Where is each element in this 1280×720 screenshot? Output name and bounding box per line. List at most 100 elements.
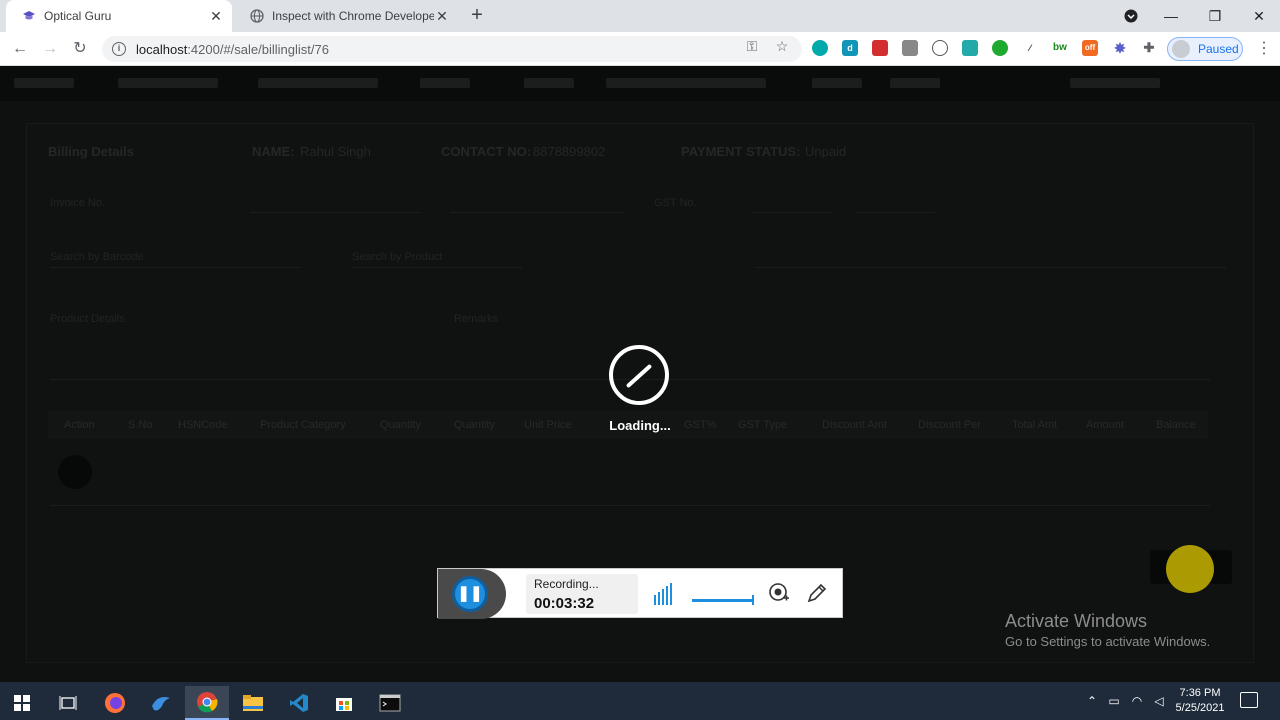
volume-icon[interactable]: ◁ (1150, 692, 1168, 710)
new-tab-button[interactable]: + (466, 4, 488, 26)
delete-row-button[interactable] (58, 455, 92, 489)
battery-icon[interactable]: ▭ (1105, 692, 1123, 710)
pause-button[interactable]: ❚❚ (452, 576, 488, 612)
app-dolphin-icon[interactable] (139, 686, 183, 720)
invoice-label: Invoice No. (50, 197, 106, 209)
windows-taskbar: ⌃ ▭ ◠ ◁ 7:36 PM 5/25/2021 (0, 682, 1280, 720)
col-header: Action (64, 419, 95, 431)
maximize-button[interactable]: ❐ (1192, 0, 1238, 32)
extension-1-icon[interactable] (812, 40, 828, 56)
product-details-label: Product Details (50, 313, 125, 325)
extension-circle-icon[interactable] (932, 40, 948, 56)
page-title: Billing Details (48, 144, 134, 159)
address-bar[interactable]: i localhost:4200/#/sale/billinglist/76 (102, 36, 802, 62)
payment-value: Unpaid (805, 144, 847, 159)
nav-user[interactable] (1070, 78, 1160, 88)
col-header: Balance (1156, 419, 1196, 431)
due-date-field[interactable] (450, 212, 625, 213)
reload-button[interactable]: ↻ (68, 37, 92, 61)
minimize-button[interactable]: — (1148, 0, 1194, 32)
info-icon[interactable]: i (112, 42, 126, 56)
activate-windows-subtitle: Go to Settings to activate Windows. (1005, 634, 1211, 649)
browser-tabstrip: Optical Guru ✕ Inspect with Chrome Devel… (0, 0, 1280, 32)
tab-optical-guru[interactable]: Optical Guru ✕ (6, 0, 232, 32)
back-button[interactable]: ← (8, 37, 32, 61)
webcam-icon[interactable] (768, 582, 790, 604)
field[interactable] (752, 212, 832, 213)
forward-button[interactable]: → (38, 37, 62, 61)
extension-gear-icon[interactable]: ✸ (1112, 40, 1128, 56)
cursor-highlight (1166, 545, 1214, 593)
field[interactable] (855, 212, 935, 213)
globe-icon (250, 9, 264, 23)
extension-off-icon[interactable]: off (1082, 40, 1098, 56)
nav-link[interactable] (890, 78, 940, 88)
volume-slider-handle[interactable] (752, 595, 754, 605)
nav-link[interactable] (606, 78, 766, 88)
col-header: Quantity (454, 419, 495, 431)
store-icon[interactable] (322, 686, 366, 720)
pencil-icon[interactable] (806, 582, 828, 604)
nav-link[interactable] (524, 78, 574, 88)
col-header: HSNCode (178, 419, 228, 431)
wifi-icon[interactable]: ◠ (1128, 692, 1146, 710)
recording-timer: 00:03:32 (534, 595, 595, 612)
activate-windows-title: Activate Windows (1005, 611, 1148, 631)
app-navbar (0, 67, 1280, 101)
windows-start-icon[interactable] (0, 686, 44, 720)
task-view-icon[interactable] (46, 686, 90, 720)
gst-label: GST No. (654, 197, 697, 209)
extension-green-icon[interactable] (992, 40, 1008, 56)
vscode-icon[interactable] (277, 686, 321, 720)
eyedropper-extension-icon[interactable]: ⁄ (1022, 40, 1038, 56)
name-label: NAME: (252, 144, 295, 159)
product-input[interactable] (352, 267, 522, 268)
col-header: Unit Price (524, 419, 572, 431)
col-header: Amount (1086, 419, 1124, 431)
browser-menu-icon[interactable]: ⋮ (1256, 38, 1272, 60)
contact-label: CONTACT NO: (441, 144, 532, 159)
clock-time: 7:36 PM (1179, 687, 1221, 699)
pdf-extension-icon[interactable] (872, 40, 888, 56)
volume-slider[interactable] (692, 599, 754, 602)
bookmark-star-icon[interactable]: ☆ (773, 37, 791, 55)
close-window-button[interactable]: ✕ (1236, 0, 1280, 32)
chrome-icon[interactable] (185, 686, 229, 720)
close-tab-icon[interactable]: ✕ (208, 8, 224, 24)
nav-link[interactable] (14, 78, 74, 88)
contact-value: 8878899802 (533, 144, 606, 159)
show-hidden-icons-icon[interactable]: ⌃ (1083, 692, 1101, 710)
key-icon[interactable]: ⚿ (743, 37, 761, 55)
barcode-input[interactable] (50, 267, 300, 268)
taskbar-clock[interactable]: 7:36 PM 5/25/2021 (1168, 686, 1232, 716)
firefox-icon[interactable] (93, 686, 137, 720)
extension-bw-icon[interactable]: bw (1052, 40, 1068, 56)
col-header: Product Category (260, 419, 346, 431)
audio-level-icon[interactable] (653, 583, 673, 605)
nav-link[interactable] (118, 78, 218, 88)
clock-date: 5/25/2021 (1175, 702, 1225, 714)
url-path: :4200/#/sale/billinglist/76 (187, 41, 329, 57)
nav-link[interactable] (420, 78, 470, 88)
nav-link[interactable] (258, 78, 378, 88)
tab-inspect[interactable]: Inspect with Chrome Developer T ✕ (234, 0, 458, 32)
close-tab-icon[interactable]: ✕ (434, 8, 450, 24)
file-explorer-icon[interactable] (231, 686, 275, 720)
url-host: localhost (136, 41, 188, 57)
extension-d-icon[interactable]: d (842, 40, 858, 56)
terminal-icon[interactable] (368, 686, 412, 720)
cube-extension-icon[interactable] (902, 40, 918, 56)
notification-center-icon[interactable] (1240, 692, 1258, 708)
nav-link[interactable] (812, 78, 862, 88)
field[interactable] (756, 267, 1226, 268)
col-header: Discount Per (918, 419, 981, 431)
extensions-puzzle-icon[interactable]: ✚ (1141, 40, 1157, 56)
extension-image-icon[interactable] (962, 40, 978, 56)
profile-button[interactable]: Paused (1167, 37, 1243, 61)
col-header: GST Type (738, 419, 788, 431)
search-barcode-label: Search by Barcode (50, 251, 144, 263)
recording-status: Recording... (534, 577, 599, 591)
remarks-label: Remarks (454, 313, 499, 325)
avatar (1172, 40, 1190, 58)
date-field[interactable] (250, 212, 420, 213)
